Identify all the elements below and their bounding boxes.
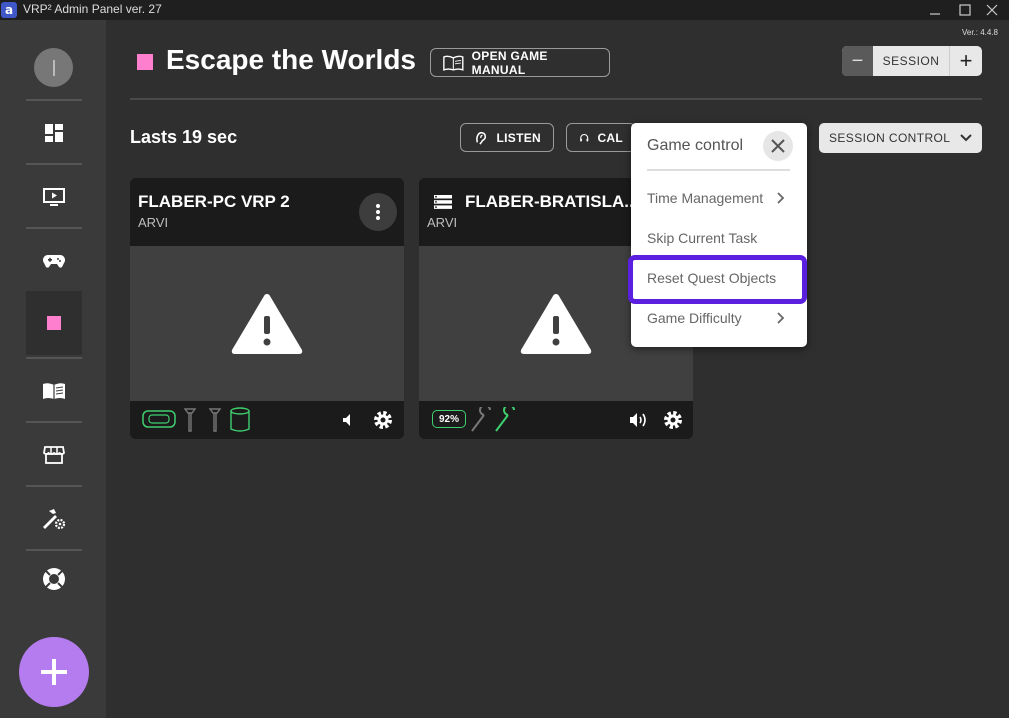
server-icon: [434, 195, 452, 209]
minimize-icon: [930, 13, 940, 15]
minimize-button[interactable]: [920, 0, 950, 20]
device-menu-button[interactable]: [359, 193, 397, 231]
sidebar-item-current-game[interactable]: [26, 291, 82, 355]
header-divider: [130, 98, 982, 100]
chevron-down-icon: [960, 134, 973, 142]
device-subtitle: ARVI: [138, 215, 169, 230]
chevron-right-icon: [777, 192, 785, 204]
sidebar: [0, 20, 106, 718]
add-button[interactable]: [19, 637, 89, 707]
gamepad-icon: [43, 255, 65, 268]
menu-item-skip-current-task[interactable]: Skip Current Task: [647, 228, 797, 248]
menu-divider: [647, 169, 790, 171]
speaker-volume-icon: [630, 413, 646, 427]
call-button[interactable]: CAL: [566, 123, 636, 152]
menu-item-label: Time Management: [647, 190, 764, 206]
sidebar-item-screens[interactable]: [26, 165, 82, 229]
kebab-menu-icon: [376, 204, 380, 220]
device-card: FLABER-PC VRP 2 ARVI: [130, 178, 404, 439]
call-label: CAL: [597, 130, 623, 145]
sidebar-item-manual[interactable]: [26, 359, 82, 423]
listen-label: LISTEN: [496, 130, 541, 145]
close-window-button[interactable]: [977, 0, 1007, 20]
title-bar: a VRP² Admin Panel ver. 27: [0, 0, 1009, 20]
session-stepper: − SESSION +: [842, 46, 982, 76]
sidebar-item-setup[interactable]: [26, 487, 82, 551]
warning-icon: [520, 293, 592, 354]
version-label: Ver.: 4.4.8: [961, 28, 998, 37]
device-status-bar: 92%: [419, 401, 693, 439]
close-icon: [986, 4, 998, 16]
tracker-icon: [208, 408, 222, 432]
speaker-muted-icon: [343, 414, 350, 426]
device-name: FLABER-BRATISLA...: [465, 192, 639, 211]
sidebar-item-support[interactable]: [26, 547, 82, 611]
gear-icon[interactable]: [662, 409, 684, 431]
sidebar-item-store[interactable]: [26, 423, 82, 487]
window-title: VRP² Admin Panel ver. 27: [23, 2, 162, 16]
session-label: SESSION: [873, 46, 950, 76]
open-game-manual-button[interactable]: OPEN GAME MANUAL: [430, 48, 610, 77]
backpack-pc-icon: [230, 407, 250, 432]
session-control-dropdown[interactable]: SESSION CONTROL: [819, 123, 982, 153]
device-subtitle: ARVI: [427, 215, 458, 230]
screen-play-icon: [43, 188, 65, 206]
menu-item-game-difficulty[interactable]: Game Difficulty: [647, 308, 797, 328]
game-square-icon: [47, 316, 61, 330]
maximize-icon: [959, 4, 971, 16]
close-icon: [771, 139, 785, 153]
session-duration: Lasts 19 sec: [130, 127, 238, 147]
app-logo: a: [1, 2, 17, 18]
menu-item-time-management[interactable]: Time Management: [647, 188, 797, 208]
game-color-square: [137, 54, 153, 70]
support-lifebuoy-icon: [43, 568, 65, 590]
menu-close-button[interactable]: [763, 131, 793, 161]
gear-icon[interactable]: [372, 409, 394, 431]
tracker-icon: [183, 408, 197, 432]
session-plus-button[interactable]: +: [950, 46, 982, 76]
avatar[interactable]: [34, 48, 73, 87]
chevron-right-icon: [777, 312, 785, 324]
session-minus-button[interactable]: −: [842, 46, 873, 76]
session-control-label: SESSION CONTROL: [829, 131, 951, 145]
manual-book-icon: [43, 383, 65, 399]
dashboard-icon: [45, 124, 63, 142]
device-name: FLABER-PC VRP 2: [138, 192, 290, 211]
menu-item-label: Game Difficulty: [647, 310, 742, 326]
game-control-menu: Game control Time Management Skip Curren…: [631, 123, 807, 347]
device-card-header: FLABER-PC VRP 2 ARVI: [130, 178, 404, 246]
listen-button[interactable]: LISTEN: [460, 123, 554, 152]
battery-badge: 92%: [432, 410, 466, 428]
warning-icon: [231, 293, 303, 354]
page-title: Escape the Worlds: [166, 44, 417, 75]
device-status-bar: [130, 401, 404, 439]
highlight-outline: [628, 255, 807, 304]
controller-icon: [471, 407, 491, 432]
sidebar-item-games[interactable]: [26, 229, 82, 293]
ear-icon: [476, 131, 487, 145]
menu-item-label: Skip Current Task: [647, 230, 758, 246]
maximize-button[interactable]: [950, 0, 980, 20]
open-game-manual-label: OPEN GAME MANUAL: [471, 48, 548, 77]
headset-icon: [580, 133, 589, 141]
plus-icon: [41, 659, 67, 685]
menu-title: Game control: [647, 137, 744, 154]
settings-tools-icon: [43, 509, 66, 530]
device-preview: [130, 246, 404, 401]
sidebar-item-dashboard[interactable]: [26, 101, 82, 165]
store-icon: [43, 446, 65, 464]
controller-icon: [495, 407, 515, 432]
vr-headset-icon: [142, 410, 176, 428]
manual-book-icon: [443, 55, 464, 71]
